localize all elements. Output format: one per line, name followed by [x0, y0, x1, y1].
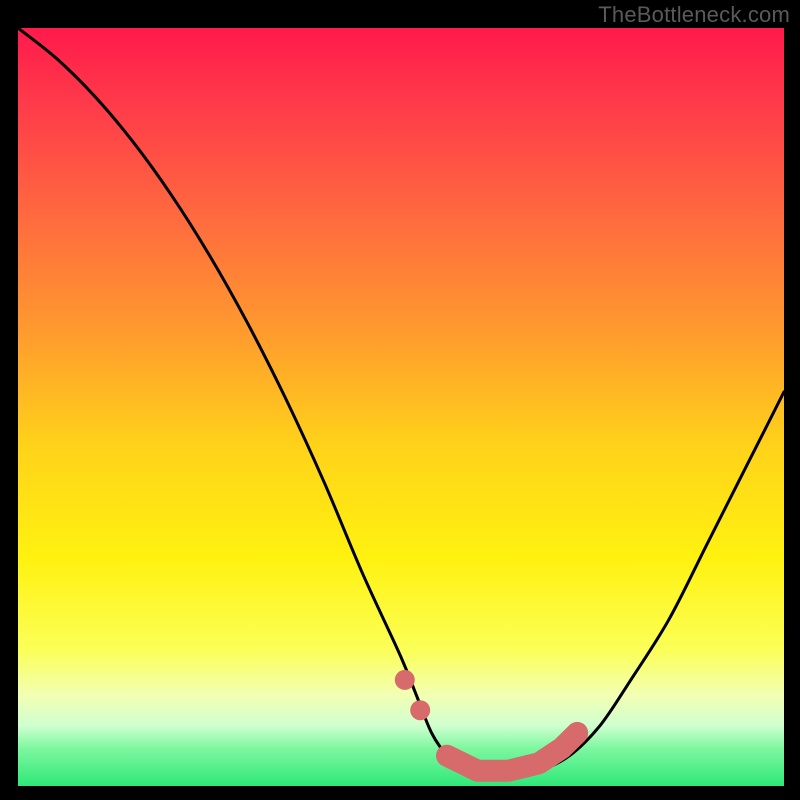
- watermark-text: TheBottleneck.com: [598, 2, 790, 28]
- chart-stage: TheBottleneck.com: [0, 0, 800, 800]
- plot-area: [18, 28, 784, 786]
- highlight-dot: [410, 700, 430, 720]
- highlight-dot: [395, 670, 415, 690]
- chart-svg: [18, 28, 784, 786]
